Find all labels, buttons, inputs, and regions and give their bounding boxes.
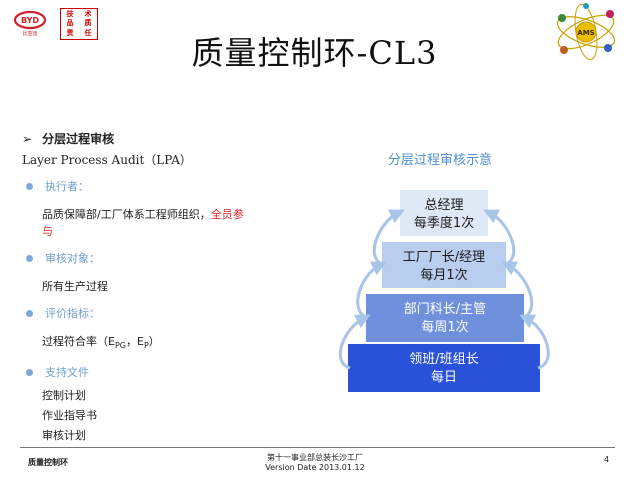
metric-text-suffix: ） [148, 335, 160, 348]
footer-divider [20, 447, 615, 448]
target-text: 所有生产过程 [42, 280, 108, 293]
section-heading: ➢ 分层过程审核 [22, 130, 292, 147]
list-item: 作业指导书 [42, 409, 97, 423]
bullet-support: 支持文件 [22, 364, 292, 380]
pyramid-level-role: 领班/班组长 [409, 352, 478, 367]
pyramid-level-role: 工厂厂长/经理 [403, 250, 485, 265]
pyramid-level-frequency: 每月1次 [420, 267, 467, 283]
content-left: ➢ 分层过程审核 Layer Process Audit（LPA） 执行者： 品… [22, 130, 292, 446]
bullet-dot-icon [26, 368, 33, 376]
pyramid-level-role: 总经理 [424, 198, 463, 213]
bullet-dot-icon [26, 309, 33, 317]
lpa-pyramid-diagram: 总经理每季度1次工厂厂长/经理每月1次部门科长/主管每周1次领班/班组长每日 [338, 190, 550, 392]
support-list: 控制计划 作业指导书 审核计划 [22, 386, 292, 446]
bullet-support-label: 支持文件 [45, 366, 89, 380]
byd-logo-text: BYD [21, 16, 39, 25]
page-title: 质量控制环-CL3 [191, 34, 438, 72]
executor-text: 品质保障部/工厂体系工程师组织，全员参 与 [42, 206, 292, 240]
bullet-target: 审核对象： [22, 250, 292, 266]
diagram-title: 分层过程审核示意 [388, 153, 493, 168]
page-number: 4 [604, 455, 610, 464]
bullet-executor: 执行者： [22, 178, 292, 194]
bullet-metric: 评价指标： [22, 305, 292, 321]
bullet-dot-icon [26, 254, 33, 262]
metric-text-mid: ，E [125, 335, 144, 348]
pyramid-level-frequency: 每周1次 [421, 319, 468, 335]
bullet-target-label: 审核对象： [45, 252, 100, 265]
pyramid-level-role: 部门科长/主管 [404, 302, 486, 317]
executor-text-highlight-2: 与 [42, 225, 53, 238]
metric-subscript-pg: PG [114, 341, 126, 351]
metric-text-prefix: 过程符合率（E [42, 335, 115, 348]
list-item: 控制计划 [42, 389, 86, 403]
pyramid-level-frequency: 每日 [431, 369, 457, 385]
section-subheading: Layer Process Audit（LPA） [22, 153, 192, 167]
footer-version-date: Version Date 2013.01.12 [265, 463, 365, 472]
executor-text-main: 品质保障部/工厂体系工程师组织， [42, 208, 211, 221]
footer-left-label: 质量控制环 [28, 458, 68, 467]
executor-text-highlight: 全员参 [210, 208, 244, 221]
bullet-dot-icon [26, 182, 33, 190]
footer-center: 第十一事业部总装长沙工厂 Version Date 2013.01.12 [230, 453, 400, 473]
arrow-bullet-icon: ➢ [22, 131, 33, 146]
bullet-metric-label: 评价指标： [45, 307, 100, 320]
pyramid-level-frequency: 每季度1次 [414, 215, 474, 231]
footer-org: 第十一事业部总装长沙工厂 [267, 453, 363, 462]
list-item: 审核计划 [42, 429, 86, 443]
metric-text: 过程符合率（EPG，EP） [42, 333, 292, 354]
section-heading-text: 分层过程审核 [42, 132, 115, 146]
bullet-executor-label: 执行者： [45, 180, 89, 193]
